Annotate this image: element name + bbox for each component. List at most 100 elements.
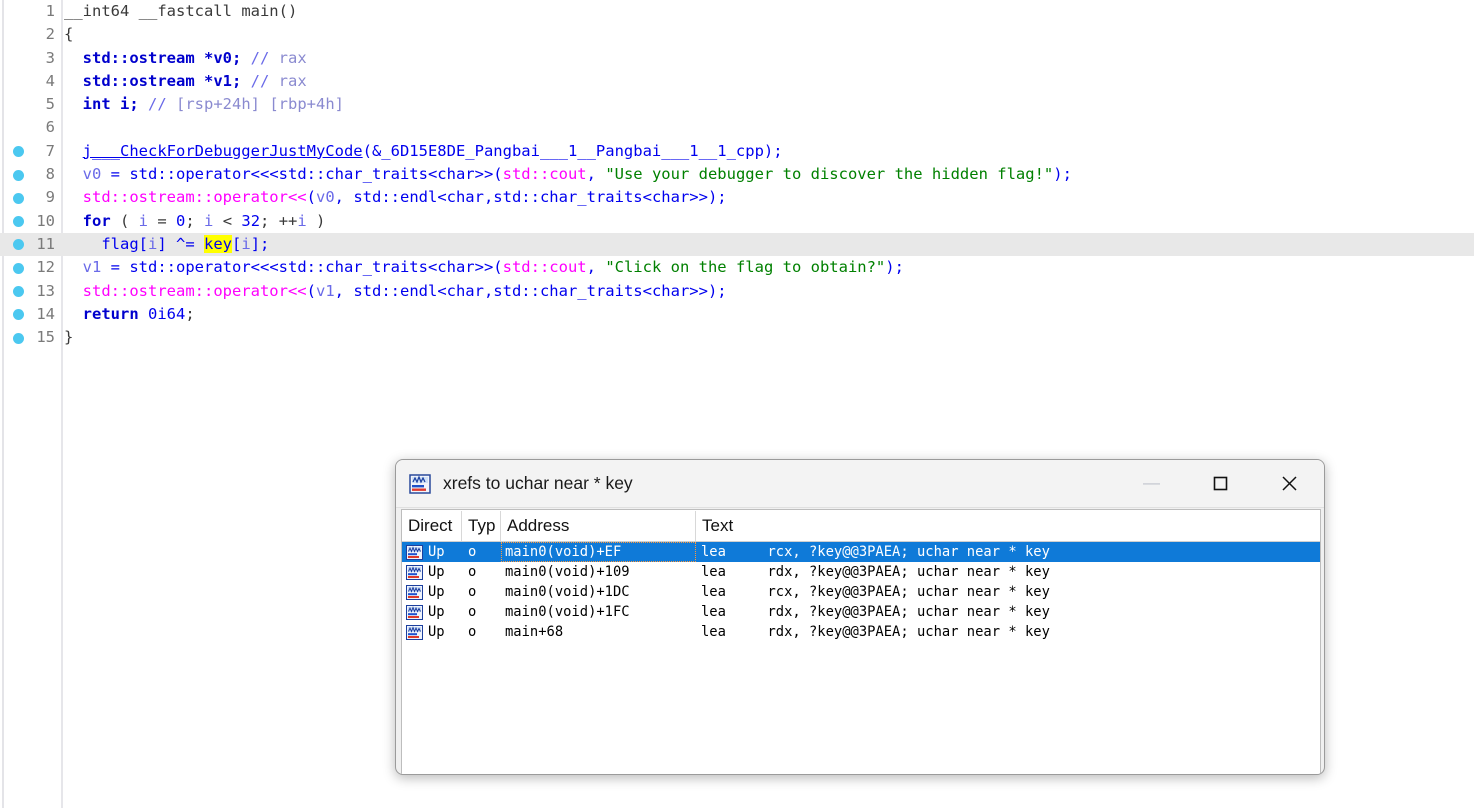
code-token: [: [232, 235, 241, 253]
code-line[interactable]: 12 v1 = std::operator<<<std::char_traits…: [0, 256, 1474, 279]
code-token: );: [885, 258, 904, 276]
line-number: 4: [0, 70, 55, 93]
cell-text: lea rdx, ?key@@3PAEA; uchar near * key: [696, 562, 1320, 582]
table-row[interactable]: Upomain0(void)+1DClea rcx, ?key@@3PAEA; …: [402, 582, 1320, 602]
code-token: v1: [213, 72, 232, 90]
code-token: i: [297, 212, 306, 230]
code-token: return: [83, 305, 139, 323]
code-line[interactable]: 8 v0 = std::operator<<<std::char_traits<…: [0, 163, 1474, 186]
xrefs-table[interactable]: Direct Typ Address Text Upomain0(void)+E…: [401, 509, 1321, 775]
code-token: [64, 188, 83, 206]
table-row[interactable]: Upomain0(void)+109lea rdx, ?key@@3PAEA; …: [402, 562, 1320, 582]
column-header-type[interactable]: Typ: [462, 511, 501, 541]
code-token: std::operator<<<std::char_traits<char>>: [129, 165, 493, 183]
code-line[interactable]: 2{: [0, 23, 1474, 46]
code-line[interactable]: 13 std::ostream::operator<<(v1, std::end…: [0, 280, 1474, 303]
cell-direction: Up: [402, 582, 462, 602]
code-token: v1: [83, 258, 102, 276]
cell-text: lea rdx, ?key@@3PAEA; uchar near * key: [696, 602, 1320, 622]
table-row[interactable]: Upomain0(void)+EFlea rcx, ?key@@3PAEA; u…: [402, 542, 1320, 562]
code-token: [rsp+24h] [rbp+4h]: [176, 95, 344, 113]
code-text: std::ostream *v1; // rax: [64, 70, 307, 93]
dialog-title-bar[interactable]: xrefs to uchar near * key —: [396, 460, 1324, 508]
cell-type: o: [462, 582, 501, 602]
code-token: for: [83, 212, 111, 230]
code-token: 0i64: [148, 305, 185, 323]
code-line[interactable]: 4 std::ostream *v1; // rax: [0, 70, 1474, 93]
code-line[interactable]: 3 std::ostream *v0; // rax: [0, 47, 1474, 70]
close-button[interactable]: [1255, 460, 1324, 506]
minimize-button[interactable]: —: [1117, 460, 1186, 506]
line-number: 14: [0, 303, 55, 326]
code-token: );: [708, 188, 727, 206]
code-token: std::ostream *: [83, 72, 214, 90]
table-row[interactable]: Upomain0(void)+1FClea rdx, ?key@@3PAEA; …: [402, 602, 1320, 622]
maximize-button[interactable]: [1186, 460, 1255, 506]
code-line[interactable]: 6: [0, 116, 1474, 139]
code-token: i: [148, 235, 157, 253]
code-token: [64, 305, 83, 323]
code-line[interactable]: 5 int i; // [rsp+24h] [rbp+4h]: [0, 93, 1474, 116]
code-token: <: [213, 212, 241, 230]
code-token: [64, 165, 83, 183]
xref-row-icon: [406, 545, 423, 560]
line-number: 13: [0, 280, 55, 303]
cell-direction: Up: [402, 542, 462, 562]
code-token: [64, 235, 101, 253]
code-text: v1 = std::operator<<<std::char_traits<ch…: [64, 256, 904, 279]
column-header-text[interactable]: Text: [696, 511, 1320, 541]
code-token: std::operator<<<std::char_traits<char>>: [129, 258, 493, 276]
cell-type: o: [462, 602, 501, 622]
line-number: 3: [0, 47, 55, 70]
xref-row-icon: [406, 565, 423, 580]
cell-address: main0(void)+1FC: [501, 602, 696, 622]
code-token: (: [111, 212, 139, 230]
code-token: ;: [185, 305, 194, 323]
line-number: 7: [0, 140, 55, 163]
cell-type: o: [462, 542, 501, 562]
code-line[interactable]: 7 j___CheckForDebuggerJustMyCode(&_6D15E…: [0, 140, 1474, 163]
code-token: (: [307, 188, 316, 206]
code-line[interactable]: 14 return 0i64;: [0, 303, 1474, 326]
code-token: [139, 305, 148, 323]
code-token: [64, 72, 83, 90]
code-line[interactable]: 11 flag[i] ^= key[i];: [0, 233, 1474, 256]
code-token: std::endl<char,std::char_traits<char>>: [353, 282, 708, 300]
code-token: //: [148, 95, 176, 113]
code-line[interactable]: 15}: [0, 326, 1474, 349]
line-number: 2: [0, 23, 55, 46]
code-token: ] ^=: [157, 235, 204, 253]
code-token: [64, 142, 83, 160]
code-line[interactable]: 9 std::ostream::operator<<(v0, std::endl…: [0, 186, 1474, 209]
column-header-address[interactable]: Address: [501, 511, 696, 541]
code-token: 32: [241, 212, 260, 230]
code-token: flag: [101, 235, 138, 253]
code-text: {: [64, 23, 73, 46]
code-token: (: [307, 282, 316, 300]
code-line[interactable]: 10 for ( i = 0; i < 32; ++i ): [0, 210, 1474, 233]
cell-text: lea rcx, ?key@@3PAEA; uchar near * key: [696, 542, 1320, 562]
code-token: [: [139, 235, 148, 253]
code-token: ; ++: [260, 212, 297, 230]
code-line[interactable]: 1__int64 __fastcall main(): [0, 0, 1474, 23]
table-row[interactable]: Upomain+68lea rdx, ?key@@3PAEA; uchar ne…: [402, 622, 1320, 642]
code-line-container: 1__int64 __fastcall main()2{3 std::ostre…: [0, 0, 1474, 349]
code-token: (&_6D15E8DE_Pangbai___1__Pangbai___1__1_…: [363, 142, 764, 160]
line-number: 8: [0, 163, 55, 186]
code-token: v0: [83, 165, 102, 183]
code-text: return 0i64;: [64, 303, 195, 326]
code-token: );: [708, 282, 727, 300]
code-token: main(): [241, 2, 297, 20]
xrefs-dialog[interactable]: xrefs to uchar near * key — Direct Typ A…: [395, 459, 1325, 775]
code-text: for ( i = 0; i < 32; ++i ): [64, 210, 325, 233]
code-token: (: [493, 165, 502, 183]
code-token: std::endl<char,std::char_traits<char>>: [353, 188, 708, 206]
code-token: key: [204, 235, 232, 253]
line-number: 1: [0, 0, 55, 23]
table-header-row: Direct Typ Address Text: [402, 510, 1320, 542]
column-header-direction[interactable]: Direct: [402, 511, 462, 541]
code-token: std::ostream *: [83, 49, 214, 67]
code-token: [64, 258, 83, 276]
code-token: rax: [279, 72, 307, 90]
cell-direction: Up: [402, 562, 462, 582]
